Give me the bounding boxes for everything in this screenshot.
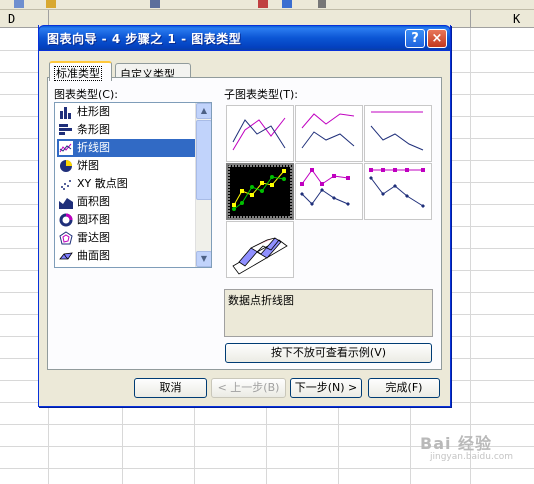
scroll-up-button[interactable]: ▲ bbox=[196, 103, 211, 119]
list-item-scatter[interactable]: XY 散点图 bbox=[57, 175, 195, 193]
percent-line-subtype-icon bbox=[370, 111, 424, 151]
surface-chart-icon bbox=[59, 252, 73, 260]
subtype-line[interactable] bbox=[226, 105, 294, 162]
column-chart-icon bbox=[60, 107, 71, 119]
line-markers-subtype-icon bbox=[228, 165, 292, 218]
list-item-column[interactable]: 柱形图 bbox=[57, 103, 195, 121]
subtype-percent-line-markers[interactable] bbox=[364, 163, 432, 220]
dialog-titlebar[interactable]: 图表向导 - 4 步骤之 1 - 图表类型 ? × bbox=[38, 25, 451, 51]
list-item-surface[interactable]: 曲面图 bbox=[57, 247, 195, 265]
toolbar-icon[interactable] bbox=[150, 0, 160, 8]
line-chart-icon bbox=[59, 141, 73, 155]
column-header-d[interactable]: D bbox=[8, 12, 15, 26]
toolbar-icon[interactable] bbox=[258, 0, 268, 8]
back-button[interactable]: < 上一步(B) bbox=[211, 378, 286, 398]
pie-chart-icon bbox=[60, 160, 72, 172]
3d-line-subtype-icon bbox=[232, 237, 288, 275]
finish-button[interactable]: 完成(F) bbox=[368, 378, 440, 398]
doughnut-chart-icon bbox=[59, 213, 73, 227]
radar-chart-icon bbox=[59, 231, 73, 245]
bar-chart-icon bbox=[59, 124, 72, 135]
column-header-k[interactable]: K bbox=[513, 12, 520, 26]
subtype-3d-line[interactable] bbox=[226, 221, 294, 278]
dialog-title: 图表向导 - 4 步骤之 1 - 图表类型 bbox=[47, 32, 242, 46]
subtype-grid bbox=[224, 103, 433, 278]
list-item-bar[interactable]: 条形图 bbox=[57, 121, 195, 139]
percent-line-markers-subtype-icon bbox=[369, 168, 425, 208]
toolbar-icon[interactable] bbox=[46, 0, 56, 8]
watermark-url: jingyan.baidu.com bbox=[430, 452, 514, 462]
list-item-pie[interactable]: 饼图 bbox=[57, 157, 195, 175]
toolbar-icon[interactable] bbox=[282, 0, 292, 8]
chart-type-list[interactable]: 柱形图 条形图 折线图 饼图 XY 散点图 面积图 圆环图 雷达图 曲面图 ▲ … bbox=[54, 102, 212, 268]
preview-sample-button[interactable]: 按下不放可查看示例(V) bbox=[225, 343, 432, 363]
list-item-area[interactable]: 面积图 bbox=[57, 193, 195, 211]
next-button[interactable]: 下一步(N) > bbox=[290, 378, 362, 398]
toolbar-icon[interactable] bbox=[14, 0, 24, 8]
subtype-line-markers[interactable] bbox=[226, 163, 294, 220]
area-chart-icon bbox=[59, 198, 73, 209]
cancel-button[interactable]: 取消 bbox=[134, 378, 207, 398]
excel-toolbar bbox=[0, 0, 534, 10]
tab-standard-types[interactable]: 标准类型 bbox=[49, 61, 112, 81]
scroll-thumb[interactable] bbox=[196, 120, 211, 200]
toolbar-icon[interactable] bbox=[318, 0, 326, 8]
stacked-line-markers-subtype-icon bbox=[300, 168, 350, 206]
subtype-label: 子图表类型(T): bbox=[224, 88, 299, 101]
list-item-doughnut[interactable]: 圆环图 bbox=[57, 211, 195, 229]
close-button[interactable]: × bbox=[427, 29, 447, 48]
tab-label: 标准类型 bbox=[54, 66, 102, 81]
subtype-description-box: 数据点折线图 bbox=[224, 289, 433, 337]
chart-type-label: 图表类型(C): bbox=[54, 88, 118, 101]
list-item-radar[interactable]: 雷达图 bbox=[57, 229, 195, 247]
watermark-logo: Bai 经验 bbox=[420, 434, 493, 453]
chart-wizard-dialog: 图表向导 - 4 步骤之 1 - 图表类型 ? × 标准类型 自定义类型 图表类… bbox=[38, 25, 451, 407]
stacked-line-subtype-icon bbox=[301, 113, 355, 149]
line-subtype-icon bbox=[232, 117, 286, 151]
help-button[interactable]: ? bbox=[405, 29, 425, 48]
scatter-chart-icon bbox=[61, 180, 71, 190]
subtype-stacked-line-markers[interactable] bbox=[295, 163, 363, 220]
subtype-percent-line[interactable] bbox=[364, 105, 432, 162]
scroll-down-button[interactable]: ▼ bbox=[196, 251, 211, 267]
subtype-stacked-line[interactable] bbox=[295, 105, 363, 162]
subtype-description: 数据点折线图 bbox=[228, 294, 294, 307]
list-scrollbar[interactable]: ▲ ▼ bbox=[195, 103, 211, 267]
list-item-line[interactable]: 折线图 bbox=[57, 139, 195, 157]
